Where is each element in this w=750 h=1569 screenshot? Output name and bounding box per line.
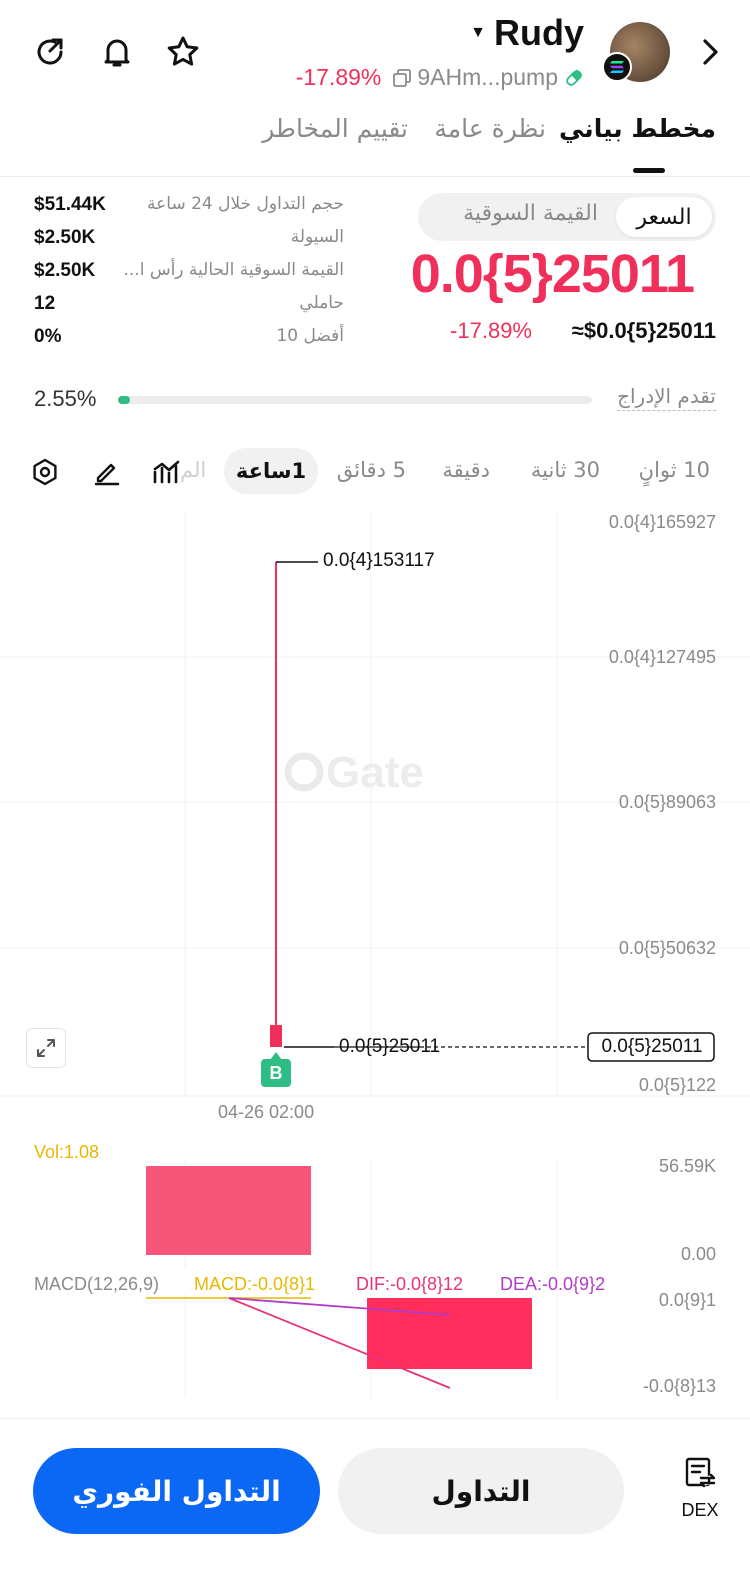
stat-label-liquidity: السيولة: [290, 227, 344, 247]
stat-value-top10: 0%: [34, 326, 62, 347]
macd-chart: MACD(12,26,9) MACD:-0.0{8}1 DIF:-0.0{8}1…: [0, 1268, 750, 1402]
settings-icon[interactable]: [28, 455, 62, 489]
timeframe-1m[interactable]: دقيقة: [442, 458, 490, 482]
dex-label: DEX: [681, 1500, 719, 1520]
coin-name: Rudy: [494, 12, 584, 53]
timeframe-1h[interactable]: 1ساعة: [224, 448, 318, 494]
dex-icon: [678, 1456, 722, 1492]
draw-pencil-icon[interactable]: [90, 455, 124, 489]
usd-price: ≈$0.0{5}25011: [571, 318, 716, 343]
y-axis-label-5: 0.0{5}122: [638, 1075, 716, 1095]
coin-change: -17.89%: [295, 64, 382, 90]
listing-progress-label[interactable]: تقدم الإدراج: [617, 384, 716, 411]
tab-chart[interactable]: مخطط بياني: [559, 114, 716, 143]
pill-icon: [564, 68, 584, 88]
copy-icon[interactable]: [393, 68, 412, 87]
dea-value: DEA:-0.0{9}2: [500, 1274, 606, 1294]
coin-subline: -17.89% 9AHm...pump: [296, 64, 584, 91]
stat-label-market-cap: القيمة السوقية الحالية رأس ا...: [123, 260, 344, 280]
trade-button[interactable]: التداول: [338, 1448, 624, 1534]
price-chart[interactable]: Gate 0.0{4}165927 0.0{4}127495 0.0{5}890…: [0, 512, 750, 1122]
macd-histogram-bar: [367, 1298, 532, 1369]
low-price-label: 0.0{5}25011: [339, 1036, 441, 1057]
solana-icon: [602, 52, 632, 82]
toggle-market-cap[interactable]: القيمة السوقية: [463, 201, 598, 226]
timeframe-5m[interactable]: 5 دقائق: [337, 458, 406, 482]
stat-value-volume: $51.44K: [34, 194, 106, 215]
stat-value-market-cap: $2.50K: [34, 260, 96, 281]
bell-icon[interactable]: [95, 30, 139, 74]
stat-label-holders: حاملي: [299, 293, 344, 313]
price-change: -17.89%: [450, 318, 532, 343]
timeframe-10s[interactable]: 10 ثوانٍ: [639, 458, 710, 482]
listing-progress-bar: [118, 396, 592, 404]
listing-progress-percent: 2.55%: [34, 386, 97, 411]
stat-label-volume: حجم التداول خلال 24 ساعة: [147, 194, 344, 214]
watermark-text: Gate: [326, 748, 424, 797]
volume-max-label: 56.59K: [658, 1156, 716, 1176]
y-axis-label-2: 0.0{4}127495: [608, 647, 716, 667]
y-axis-label-3: 0.0{5}89063: [618, 792, 716, 812]
macd-max-label: 0.0{9}1: [658, 1290, 716, 1310]
toggle-price[interactable]: السعر: [616, 197, 712, 237]
contract-address[interactable]: 9AHm...pump: [417, 64, 558, 91]
timeframe-30s[interactable]: 30 ثانية: [531, 458, 600, 482]
indicators-icon[interactable]: [150, 455, 184, 489]
watermark-logo: [284, 752, 324, 792]
current-price-label: 0.0{5}25011: [601, 1036, 703, 1057]
volume-chart: Vol:1.08 56.59K 0.00: [0, 1136, 750, 1268]
share-icon[interactable]: [28, 30, 72, 74]
stat-value-liquidity: $2.50K: [34, 227, 96, 248]
tabs-divider: [0, 176, 750, 177]
stat-label-top10: أفضل 10: [276, 326, 344, 346]
fullscreen-expand-icon[interactable]: [26, 1028, 66, 1068]
listing-progress-fill: [118, 396, 131, 404]
y-axis-label-4: 0.0{5}50632: [618, 938, 716, 958]
spot-trade-button[interactable]: التداول الفوري: [33, 1448, 320, 1534]
y-axis-label-1: 0.0{4}165927: [608, 512, 716, 532]
volume-label: Vol:1.08: [34, 1142, 100, 1162]
macd-min-label: -0.0{8}13: [642, 1376, 716, 1396]
dif-value: DIF:-0.0{8}12: [356, 1274, 464, 1294]
tab-overview[interactable]: نظرة عامة: [434, 114, 546, 143]
volume-bar: [146, 1166, 311, 1255]
active-tab-indicator: [633, 168, 665, 173]
chevron-right-icon[interactable]: [688, 30, 732, 74]
volume-min-label: 0.00: [680, 1244, 716, 1264]
high-price-label: 0.0{4}153117: [323, 550, 435, 571]
dex-button[interactable]: DEX: [678, 1456, 722, 1521]
macd-value: MACD:-0.0{8}1: [194, 1274, 316, 1294]
star-icon[interactable]: [161, 30, 205, 74]
tab-risk-assessment[interactable]: تقييم المخاطر: [262, 114, 408, 143]
stat-value-holders: 12: [34, 293, 56, 314]
price-mcap-toggle[interactable]: السعر القيمة السوقية: [418, 193, 716, 241]
current-price: 0.0{5}25011: [410, 244, 695, 304]
caret-down-icon: ▼: [470, 24, 486, 41]
candle-body: [270, 1025, 282, 1047]
coin-selector[interactable]: ▼ Rudy: [470, 12, 584, 54]
buy-marker-label: B: [269, 1063, 283, 1083]
buy-marker-pointer: [270, 1052, 282, 1060]
time-axis-label: 04-26 02:00: [218, 1102, 315, 1122]
macd-indicator-label: MACD(12,26,9): [34, 1274, 160, 1294]
